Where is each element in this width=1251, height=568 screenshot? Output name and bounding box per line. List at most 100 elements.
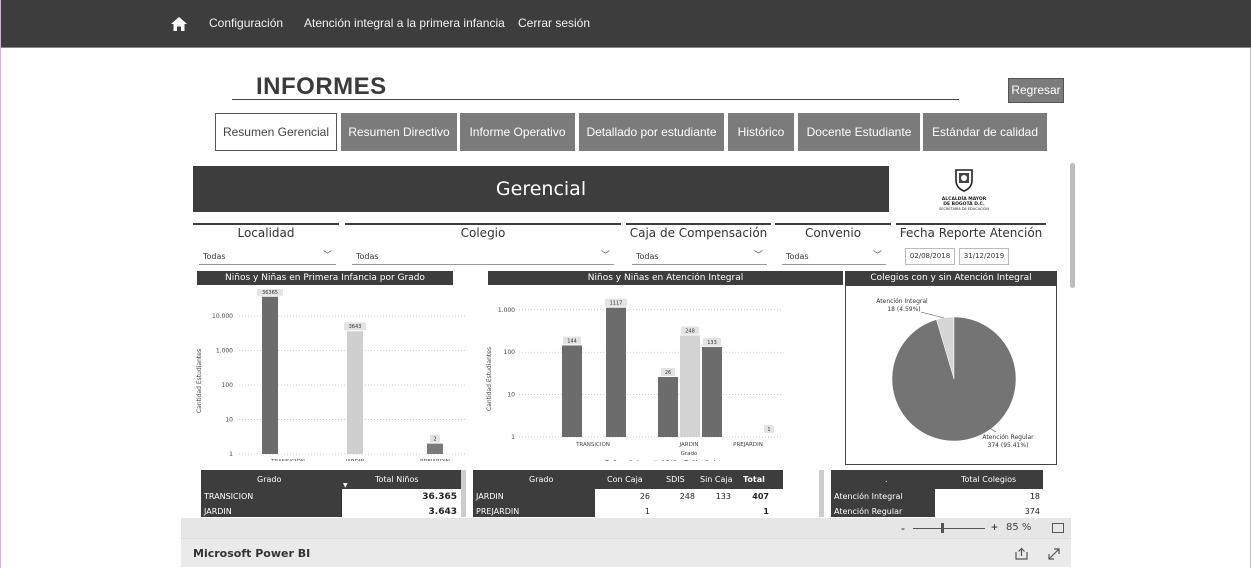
date-to-input[interactable]: 31/12/2019 — [959, 248, 1009, 265]
y-tick-label: 1 — [229, 451, 233, 458]
col-grado[interactable]: Grado — [529, 470, 553, 489]
zoom-out-button[interactable]: - — [901, 521, 905, 535]
tab-resumen-directivo[interactable]: Resumen Directivo — [341, 113, 457, 151]
caja-select[interactable]: Todas ﹀ — [632, 248, 767, 265]
x-axis-label: Grado — [681, 451, 698, 457]
pie-label: Atención Regular — [982, 434, 1034, 441]
table-grado: Grado ▼ Total Niños TRANSICION 36.365 JA… — [201, 470, 463, 517]
chart2-title: Niños y Niñas en Atención Integral — [488, 271, 843, 285]
data-label: 1 — [767, 427, 770, 433]
date-from-input[interactable]: 02/08/2018 — [905, 248, 955, 265]
col-con-caja[interactable]: Con Caja — [607, 470, 643, 489]
chart1-title: Niños y Niñas en Primera Infancia por Gr… — [197, 271, 453, 285]
table-colegios-header: . Total Colegios — [831, 470, 1043, 489]
report-scrollbar[interactable] — [1070, 163, 1075, 288]
zoom-bar: - + 85 % — [181, 518, 1071, 538]
table-cell: Atención Regular — [834, 507, 903, 516]
table-cell: 36.365 — [422, 492, 457, 502]
col-total[interactable]: Total — [743, 470, 765, 489]
data-label: 26 — [665, 370, 671, 376]
x-tick-label: PREJARDIN — [420, 459, 450, 461]
filter-convenio-label: Convenio — [775, 223, 891, 240]
filter-fecha-label: Fecha Reporte Atención — [896, 223, 1046, 240]
back-button[interactable]: Regresar — [1008, 78, 1064, 103]
expand-icon[interactable] — [1047, 547, 1061, 561]
chart3-title: Colegios con y sin Atención Integral — [845, 271, 1057, 285]
col-tipo[interactable]: . — [885, 470, 888, 489]
convenio-select[interactable]: Todas ﹀ — [782, 248, 886, 265]
tab-resumen-gerencial[interactable]: Resumen Gerencial — [215, 113, 337, 151]
localidad-select[interactable]: Todas ﹀ — [199, 248, 336, 265]
table-colegios: . Total Colegios Atención Integral 18 At… — [831, 470, 1043, 517]
powerbi-footer: Microsoft Power BI — [181, 538, 1071, 567]
table-cell: 18 — [1029, 492, 1040, 501]
tab-historico[interactable]: Histórico — [728, 113, 794, 151]
data-label: 2 — [433, 437, 436, 443]
col-grado[interactable]: Grado — [257, 470, 281, 489]
legend-marker — [604, 460, 610, 461]
top-navbar: Configuración Atención integral a la pri… — [1, 0, 1251, 48]
x-tick-label: PREJARDIN — [733, 442, 763, 448]
table-cell: JARDIN — [476, 492, 504, 501]
logo-line-3: SECRETARÍA DE EDUCACIÓN — [939, 207, 989, 211]
pie-leader-line — [920, 311, 945, 319]
table-cell: 374 — [1024, 507, 1040, 516]
chart-colegios: Atención Integral18 (4.59%) Atención Regu… — [876, 298, 1034, 449]
chevron-down-icon: ﹀ — [600, 251, 610, 261]
col-total-ninos[interactable]: Total Niños — [375, 470, 419, 489]
data-label: 36365 — [262, 290, 278, 296]
y-tick-label: 10 — [507, 392, 515, 399]
chevron-down-icon: ﹀ — [322, 251, 332, 261]
filter-localidad-label: Localidad — [193, 223, 339, 240]
nav-configuracion[interactable]: Configuración — [209, 16, 283, 30]
data-label: 144 — [567, 338, 577, 344]
tab-docente-estudiante[interactable]: Docente Estudiante — [798, 113, 920, 151]
bar — [347, 331, 363, 454]
tab-estandar-calidad[interactable]: Estándar de calidad — [923, 113, 1047, 151]
table-cell: 248 — [679, 492, 695, 501]
fit-page-icon[interactable] — [1052, 523, 1064, 533]
coat-of-arms-icon — [955, 169, 973, 192]
table-cell: 407 — [752, 492, 769, 501]
table-cell: 133 — [715, 492, 731, 501]
col-total-colegios[interactable]: Total Colegios — [961, 470, 1016, 489]
col-sdis[interactable]: SDIS — [666, 470, 685, 489]
chart-primera-infancia: 1 10 100 1.000 10.000 Cantidad Estudiantes 363… — [196, 289, 465, 461]
x-tick-label: JARDIN — [344, 459, 364, 461]
data-label: 248 — [685, 328, 695, 334]
zoom-in-button[interactable]: + — [991, 520, 998, 534]
zoom-slider[interactable] — [913, 528, 985, 529]
bar — [702, 346, 722, 437]
y-tick-label: 10 — [225, 417, 233, 424]
table-scrollbar[interactable] — [461, 470, 466, 517]
table-cell: TRANSICION — [204, 492, 254, 501]
chevron-down-icon: ﹀ — [753, 251, 763, 261]
home-icon[interactable] — [171, 17, 187, 31]
table-cell: 1 — [763, 507, 769, 516]
powerbi-brand[interactable]: Microsoft Power BI — [193, 547, 310, 560]
tab-informe-operativo[interactable]: Informe Operativo — [460, 113, 575, 151]
nav-atencion-integral[interactable]: Atención integral a la primera infancia — [304, 16, 505, 30]
y-axis-label: Cantidad Estudiantes — [196, 349, 203, 413]
bar — [606, 307, 626, 437]
y-tick-label: 1.000 — [216, 348, 233, 355]
col-sin-caja[interactable]: Sin Caja — [700, 470, 733, 489]
table-cell: 26 — [639, 492, 650, 501]
nav-cerrar-sesion[interactable]: Cerrar sesión — [518, 16, 590, 30]
data-label: 1117 — [610, 301, 623, 307]
pie-label: Atención Integral — [876, 298, 928, 305]
zoom-slider-handle[interactable] — [941, 523, 944, 533]
colegio-value: Todas — [356, 252, 379, 261]
pie-value: 18 (4.59%) — [887, 306, 920, 313]
colegio-select[interactable]: Todas ﹀ — [352, 248, 614, 265]
data-label: 3643 — [349, 324, 362, 330]
y-tick-label: 10.000 — [212, 313, 233, 320]
share-icon[interactable] — [1015, 547, 1029, 560]
x-tick-label: TRANSICION — [575, 442, 610, 448]
tab-detallado-estudiante[interactable]: Detallado por estudiante — [579, 113, 724, 151]
caja-value: Todas — [636, 252, 659, 261]
legend-entry: Sin Caja — [691, 460, 719, 462]
x-tick-label: TRANSICION — [270, 459, 305, 461]
table-scrollbar[interactable] — [819, 470, 824, 517]
zoom-level: 85 % — [1006, 522, 1032, 533]
